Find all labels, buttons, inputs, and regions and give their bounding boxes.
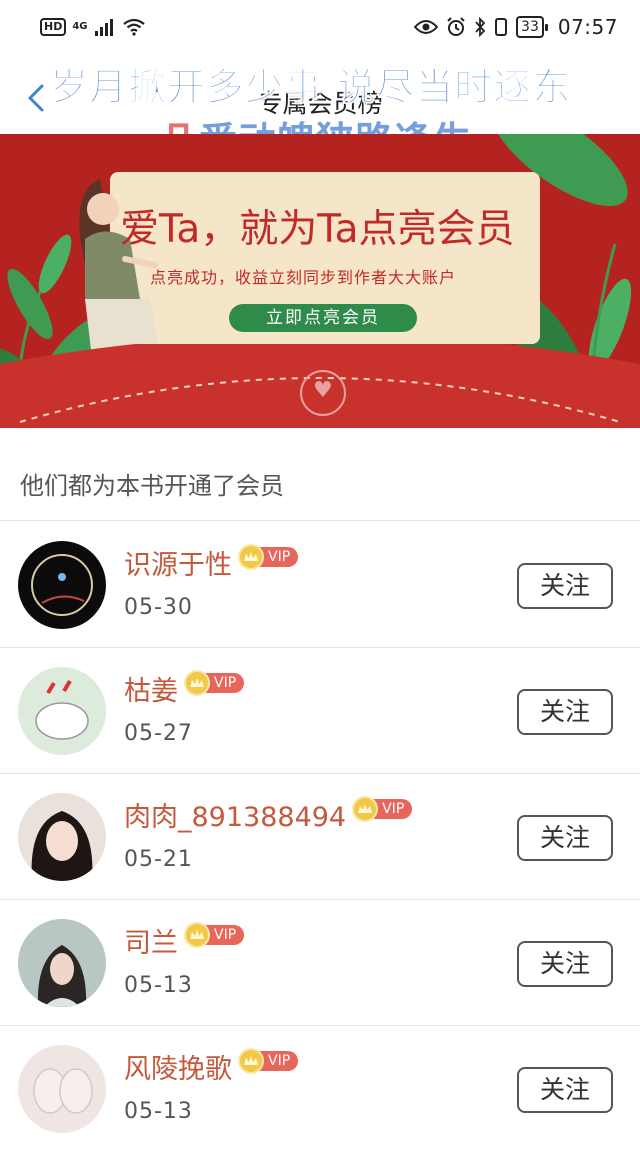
member-name[interactable]: 司兰 <box>124 927 178 961</box>
member-date: 05-21 <box>124 847 193 872</box>
crown-icon <box>238 1048 264 1074</box>
vip-badge: VIP <box>184 922 245 948</box>
member-name[interactable]: 风陵挽歌 <box>124 1053 232 1087</box>
lyric-overlay-line1: 岁月掀开多少事 说尽当时逐东 <box>49 65 572 110</box>
vip-badge: VIP <box>352 796 413 822</box>
follow-button[interactable]: 关注 <box>517 563 613 609</box>
follow-button[interactable]: 关注 <box>517 1067 613 1113</box>
alarm-icon <box>447 17 465 36</box>
member-date: 05-13 <box>124 1099 193 1124</box>
eye-icon <box>414 20 439 34</box>
banner-headline: 爱Ta，就为Ta点亮会员 <box>120 207 515 252</box>
crown-icon <box>238 544 264 570</box>
network-type: 4G <box>72 21 88 32</box>
member-date: 05-13 <box>124 973 193 998</box>
wifi-icon <box>122 18 145 36</box>
crown-icon <box>352 796 379 822</box>
crown-icon <box>184 922 210 948</box>
bluetooth-icon <box>475 17 486 37</box>
follow-button[interactable]: 关注 <box>517 689 613 735</box>
avatar[interactable] <box>18 919 106 1007</box>
member-name[interactable]: 枯姜 <box>124 675 178 709</box>
member-row: 枯姜 VIP 05-27 关注 <box>0 647 640 773</box>
member-row: 风陵挽歌 VIP 05-13 关注 <box>0 1025 640 1151</box>
avatar[interactable] <box>18 793 106 881</box>
status-bar: HD 4G 33 07:57 <box>0 0 640 54</box>
vibrate-icon <box>495 18 508 36</box>
heart-seal-icon <box>300 370 346 416</box>
member-row: 司兰 VIP 05-13 关注 <box>0 899 640 1025</box>
vip-badge: VIP <box>238 1048 299 1074</box>
membership-banner[interactable]: 爱Ta，就为Ta点亮会员 点亮成功，收益立刻同步到作者大大账户 立即点亮会员 <box>0 134 640 428</box>
banner-subtext: 点亮成功，收益立刻同步到作者大大账户 <box>150 268 457 287</box>
avatar[interactable] <box>18 541 106 629</box>
member-date: 05-30 <box>124 595 193 620</box>
battery-icon: 33 <box>516 16 548 38</box>
crown-icon <box>184 670 210 696</box>
vip-badge: VIP <box>184 670 245 696</box>
member-row: 肉肉_891388494 VIP 05-21 关注 <box>0 773 640 899</box>
avatar[interactable] <box>18 667 106 755</box>
signal-icon <box>94 19 113 36</box>
top-nav: 专属会员榜 岁月掀开多少事 说尽当时逐东 几番动魄狭路逢生 <box>0 54 640 163</box>
avatar[interactable] <box>18 1045 106 1133</box>
clock: 07:57 <box>557 15 618 39</box>
follow-button[interactable]: 关注 <box>517 815 613 861</box>
vip-badge: VIP <box>238 544 299 570</box>
member-name[interactable]: 识源于性 <box>124 549 232 583</box>
section-title: 他们都为本书开通了会员 <box>20 472 284 500</box>
follow-button[interactable]: 关注 <box>517 941 613 987</box>
light-up-membership-button[interactable]: 立即点亮会员 <box>229 304 417 332</box>
member-date: 05-27 <box>124 721 193 746</box>
hd-indicator: HD <box>40 18 67 36</box>
member-row: 识源于性 VIP 05-30 关注 <box>0 521 640 647</box>
member-name[interactable]: 肉肉_891388494 <box>124 801 346 835</box>
